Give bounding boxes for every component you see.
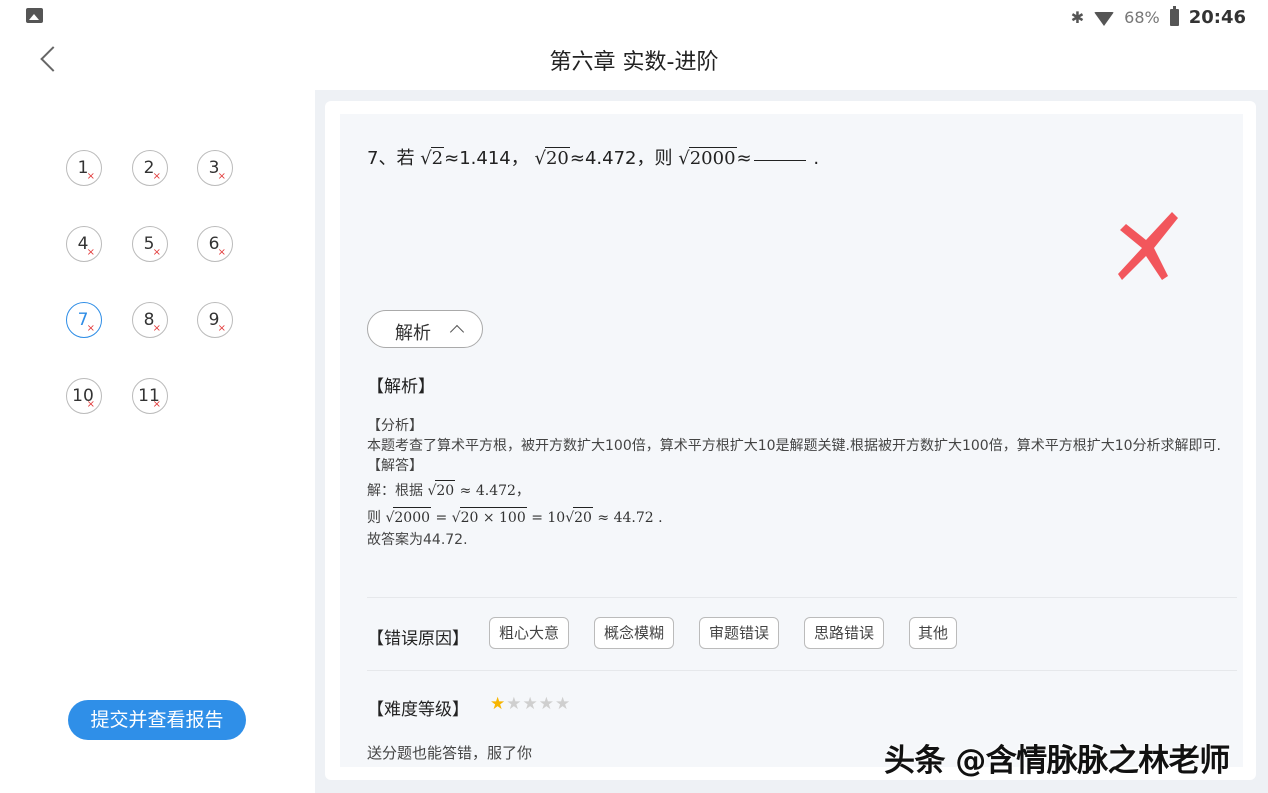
reason-tag-concept[interactable]: 概念模糊 [594,617,674,649]
comment-text: 送分题也能答错，服了你 [367,744,533,762]
radicand: 2 [430,147,445,169]
reason-tag-reading[interactable]: 审题错误 [699,617,779,649]
status-indicators: ✱ 68% 20:46 [1070,5,1246,28]
question-button-10[interactable]: 10 × [66,378,102,414]
question-button-1[interactable]: 1 × [66,150,102,186]
solution-math: ≈ 4.472， [459,483,530,499]
watermark: 头条 @含情脉脉之林老师 [884,743,1230,779]
chevron-up-icon [449,324,465,340]
sqrt-expression: √2000 [678,147,737,169]
image-notification-icon [26,8,43,23]
star-icon: ★ [538,694,554,714]
divider [367,670,1237,671]
wrong-mark-icon: × [152,399,161,410]
wrong-mark-icon: × [152,171,161,182]
sqrt-expression: √2 [420,147,445,169]
question-value: ≈4.472，则 [569,148,673,169]
star-icon: ★ [555,694,571,714]
wrong-answer-x-icon [1118,212,1178,280]
radicand: 2000 [688,147,737,169]
question-value: ≈1.414， [444,148,529,169]
question-text: 7、若 √2≈1.414， √20≈4.472，则 √2000≈ . [367,144,819,170]
solution-math: = [435,510,448,526]
star-icon: ★ [490,694,506,714]
analysis-fenxi-text: 本题考查了算术平方根，被开方数扩大100倍，算术平方根扩大10是解题关键.根据被… [367,438,1221,454]
analysis-fenxi-label: 【分析】 [367,418,423,434]
sqrt-expression: √20 × 100 [452,507,527,528]
wrong-mark-icon: × [217,323,226,334]
sqrt-expression: √20 [534,147,570,169]
question-button-8[interactable]: 8 × [132,302,168,338]
error-reason-label: 【错误原因】 [367,629,469,649]
wrong-mark-icon: × [86,399,95,410]
answer-blank [753,160,806,161]
solution-text: 则 [367,510,381,526]
question-value: ≈ [736,148,752,169]
sqrt-expression: √20 [427,480,456,501]
solution-math: = 10 [531,510,566,526]
battery-percent: 68% [1124,7,1160,27]
wrong-mark-icon: × [152,323,161,334]
star-icon: ★ [522,694,538,714]
analysis-toggle-label: 解析 [395,323,431,344]
difficulty-rating: ★ ★ ★ ★ ★ [490,694,570,714]
question-button-6[interactable]: 6 × [197,226,233,262]
wrong-mark-icon: × [217,171,226,182]
solution-math: ≈ 44.72 . [597,510,663,526]
reason-tag-approach[interactable]: 思路错误 [804,617,884,649]
analysis-toggle-button[interactable]: 解析 [367,310,483,348]
solution-line-2: 则 √2000 = √20 × 100 = 10√20 ≈ 44.72 . [367,507,1239,528]
reason-tag-other[interactable]: 其他 [909,617,957,649]
wrong-mark-icon: × [86,171,95,182]
question-prefix: 7、若 [367,148,415,169]
clock: 20:46 [1188,6,1246,28]
radicand: 20 [573,507,593,528]
reason-tag-careless[interactable]: 粗心大意 [489,617,569,649]
solution-text: 解：根据 [367,483,423,499]
submit-report-button[interactable]: 提交并查看报告 [68,700,246,740]
star-icon: ★ [506,694,522,714]
page-title: 第六章 实数-进阶 [549,50,719,75]
question-button-5[interactable]: 5 × [132,226,168,262]
wifi-icon [1094,12,1115,26]
analysis-jieda-label: 【解答】 [367,458,423,474]
radicand: 20 × 100 [459,507,527,528]
radicand: 20 [435,480,456,501]
sqrt-expression: √20 [565,507,593,528]
wrong-mark-icon: × [86,323,95,334]
difficulty-label: 【难度等级】 [367,700,469,720]
radicand: 20 [544,147,570,169]
question-button-11[interactable]: 11 × [132,378,168,414]
question-button-4[interactable]: 4 × [66,226,102,262]
battery-icon [1169,5,1179,26]
radicand: 2000 [393,507,432,528]
wrong-mark-icon: × [217,247,226,258]
question-button-7[interactable]: 7 × [66,302,102,338]
question-button-2[interactable]: 2 × [132,150,168,186]
status-bar: ✱ 68% 20:46 [0,0,1268,34]
question-button-3[interactable]: 3 × [197,150,233,186]
wrong-mark-icon: × [86,247,95,258]
solution-line-1: 解：根据 √20 ≈ 4.472， [367,480,1239,501]
answer-line: 故答案为44.72. [367,532,468,548]
question-button-9[interactable]: 9 × [197,302,233,338]
question-end: . [813,148,820,169]
analysis-heading: 【解析】 [367,377,435,397]
bluetooth-icon: ✱ [1070,7,1085,27]
sqrt-expression: √2000 [385,507,432,528]
wrong-mark-icon: × [152,247,161,258]
divider [367,597,1237,598]
analysis-body: 【分析】 本题考查了算术平方根，被开方数扩大100倍，算术平方根扩大10是解题关… [367,416,1239,550]
